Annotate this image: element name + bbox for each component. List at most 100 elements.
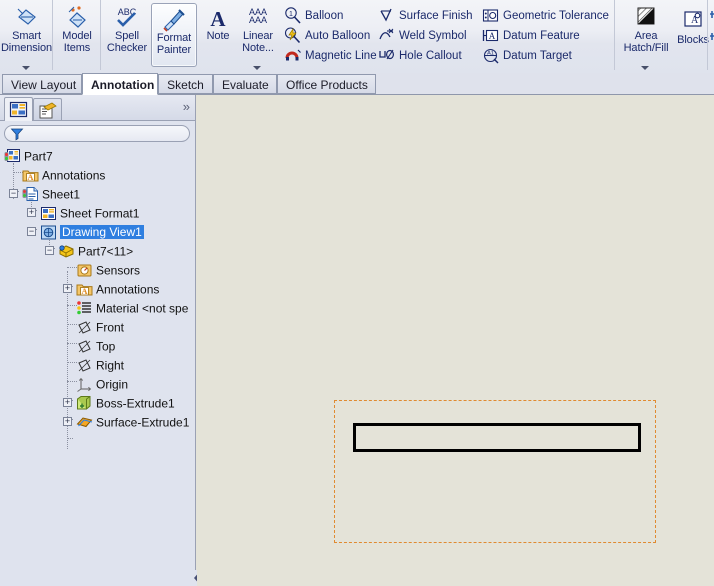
hole-callout-button[interactable]: Hole Callout <box>378 46 462 66</box>
drawing-view-boundary[interactable] <box>334 400 656 543</box>
tree-item-right-plane[interactable]: Right <box>76 356 124 375</box>
linear-note-dropdown-arrow[interactable] <box>253 66 261 70</box>
tree-item-front-plane-label: Front <box>96 320 125 335</box>
tree-item-part7-ref-label: Part7<11> <box>78 244 134 259</box>
magnetic-line-button[interactable]: Magnetic Line <box>284 46 377 66</box>
tree-item-sheet-format1[interactable]: Sheet Format1 <box>40 204 139 223</box>
tree-item-surface-extrude1[interactable]: Surface-Extrude1 <box>76 413 189 432</box>
model-items-label-1: Model <box>62 30 92 42</box>
datum-target-button[interactable]: A1 Datum Target <box>482 46 572 66</box>
tree-item-material[interactable]: Material <not spe <box>76 299 188 318</box>
plane-icon <box>76 319 93 336</box>
format-painter-icon <box>152 6 196 32</box>
tree-item-origin[interactable]: Origin <box>76 375 128 394</box>
feature-manager-icon <box>9 98 28 119</box>
smart-dimension-label-2: Dimension <box>0 42 53 54</box>
boss-extrude-icon <box>76 395 93 412</box>
tree-item-right-plane-label: Right <box>96 358 125 373</box>
tree-item-part7-label: Part7 <box>24 149 53 164</box>
tree-item-part7[interactable]: Part7 <box>4 147 53 166</box>
tree-expander-annotations-inner[interactable]: + <box>63 284 72 293</box>
smart-dimension-icon <box>0 4 53 30</box>
spell-checker-icon: ABC <box>103 4 151 30</box>
tree-item-top-plane[interactable]: Top <box>76 337 115 356</box>
sheet-format-icon <box>40 205 57 222</box>
tree-item-part7-ref[interactable]: Part7<11> <box>58 242 133 261</box>
svg-text:1: 1 <box>289 11 293 18</box>
linear-note-label-2: Note... <box>242 42 274 54</box>
tree-item-material-label: Material <not spe <box>96 301 189 316</box>
tree-item-annotations-inner-label: Annotations <box>96 282 160 297</box>
filter-icon <box>10 127 24 141</box>
blocks-button[interactable]: A Blocks <box>675 6 711 72</box>
tree-expander-drawing-view1[interactable]: − <box>27 227 36 236</box>
sheet-icon <box>22 186 39 203</box>
magnetic-line-icon <box>284 47 301 64</box>
linear-note-icon: AAA AAA <box>236 4 280 30</box>
tab-annotation[interactable]: Annotation <box>82 73 158 95</box>
feature-manager-panel: » Part7 A Annotations − Sheet1 + Sheet F… <box>0 95 196 586</box>
tree-expander-surface-extrude1[interactable]: + <box>63 417 72 426</box>
tree-item-surface-extrude1-label: Surface-Extrude1 <box>96 415 190 430</box>
feature-filter-input[interactable] <box>4 125 190 142</box>
svg-text:A1: A1 <box>487 51 494 57</box>
tree-expander-sheet-format1[interactable]: + <box>27 208 36 217</box>
svg-text:AAA: AAA <box>249 15 267 25</box>
balloon-button[interactable]: 1 Balloon <box>284 6 343 26</box>
balloon-icon: 1 <box>284 7 301 24</box>
panel-tab-strip: » <box>0 95 195 121</box>
weld-symbol-label: Weld Symbol <box>399 30 467 42</box>
expand-panel-chevron-icon[interactable]: » <box>183 100 190 114</box>
datum-target-icon: A1 <box>482 47 499 64</box>
weld-symbol-icon <box>378 27 395 44</box>
property-manager-tab[interactable] <box>33 98 62 121</box>
surface-finish-button[interactable]: Surface Finish <box>378 6 473 26</box>
spell-checker-button[interactable]: ABC Spell Checker <box>103 2 151 68</box>
clipped-command-marker-2[interactable] <box>709 32 714 40</box>
auto-balloon-icon <box>284 27 301 44</box>
tree-expander-sheet1[interactable]: − <box>9 189 18 198</box>
note-button[interactable]: A Note <box>200 2 236 68</box>
tree-item-boss-extrude1-label: Boss-Extrude1 <box>96 396 175 411</box>
model-items-button[interactable]: Model Items <box>53 2 101 68</box>
drawing-canvas[interactable] <box>197 95 714 586</box>
weld-symbol-button[interactable]: Weld Symbol <box>378 26 467 46</box>
clipped-command-marker-1[interactable] <box>709 10 714 18</box>
auto-balloon-button[interactable]: Auto Balloon <box>284 26 370 46</box>
plane-icon <box>76 338 93 355</box>
tree-item-sensors[interactable]: Sensors <box>76 261 140 280</box>
area-hatch-fill-dropdown-arrow[interactable] <box>641 66 649 70</box>
smart-dimension-dropdown-arrow[interactable] <box>21 66 30 70</box>
annotations-folder-icon: A <box>76 281 93 298</box>
area-hatch-fill-button[interactable]: Area Hatch/Fill <box>617 2 675 70</box>
property-manager-icon <box>38 99 57 121</box>
part-outline-rectangle[interactable] <box>353 423 641 452</box>
tab-sketch-label: Sketch <box>167 78 204 92</box>
tree-item-drawing-view1[interactable]: Drawing View1 <box>40 223 144 242</box>
geometric-tolerance-button[interactable]: Geometric Tolerance <box>482 6 609 26</box>
tree-item-front-plane[interactable]: Front <box>76 318 124 337</box>
datum-feature-button[interactable]: A Datum Feature <box>482 26 580 46</box>
tree-item-annotations-top[interactable]: A Annotations <box>22 166 105 185</box>
area-hatch-fill-icon <box>617 4 675 30</box>
tab-office-products[interactable]: Office Products <box>277 74 376 94</box>
area-hatch-fill-label-1: Area <box>634 30 658 42</box>
tree-item-sheet1[interactable]: Sheet1 <box>22 185 80 204</box>
feature-manager-tab[interactable] <box>4 97 33 121</box>
tree-item-annotations-inner[interactable]: A Annotations <box>76 280 159 299</box>
part-document-icon <box>4 148 21 165</box>
tab-evaluate[interactable]: Evaluate <box>213 74 277 94</box>
note-icon: A <box>200 4 236 30</box>
linear-note-label-1: Linear <box>243 30 273 42</box>
tree-expander-part7-ref[interactable]: − <box>45 246 54 255</box>
geometric-tolerance-icon <box>482 7 499 24</box>
auto-balloon-label: Auto Balloon <box>305 30 371 42</box>
smart-dimension-button[interactable]: Smart Dimension <box>0 2 53 70</box>
solidworks-window: Smart Dimension Model Items ABC Spell Ch… <box>0 0 714 586</box>
tree-expander-boss-extrude1[interactable]: + <box>63 398 72 407</box>
tree-item-boss-extrude1[interactable]: Boss-Extrude1 <box>76 394 175 413</box>
tab-view-layout[interactable]: View Layout <box>2 74 82 94</box>
tab-sketch[interactable]: Sketch <box>158 74 213 94</box>
linear-note-button[interactable]: AAA AAA Linear Note... <box>236 2 280 70</box>
format-painter-button[interactable]: Format Painter <box>151 3 197 67</box>
